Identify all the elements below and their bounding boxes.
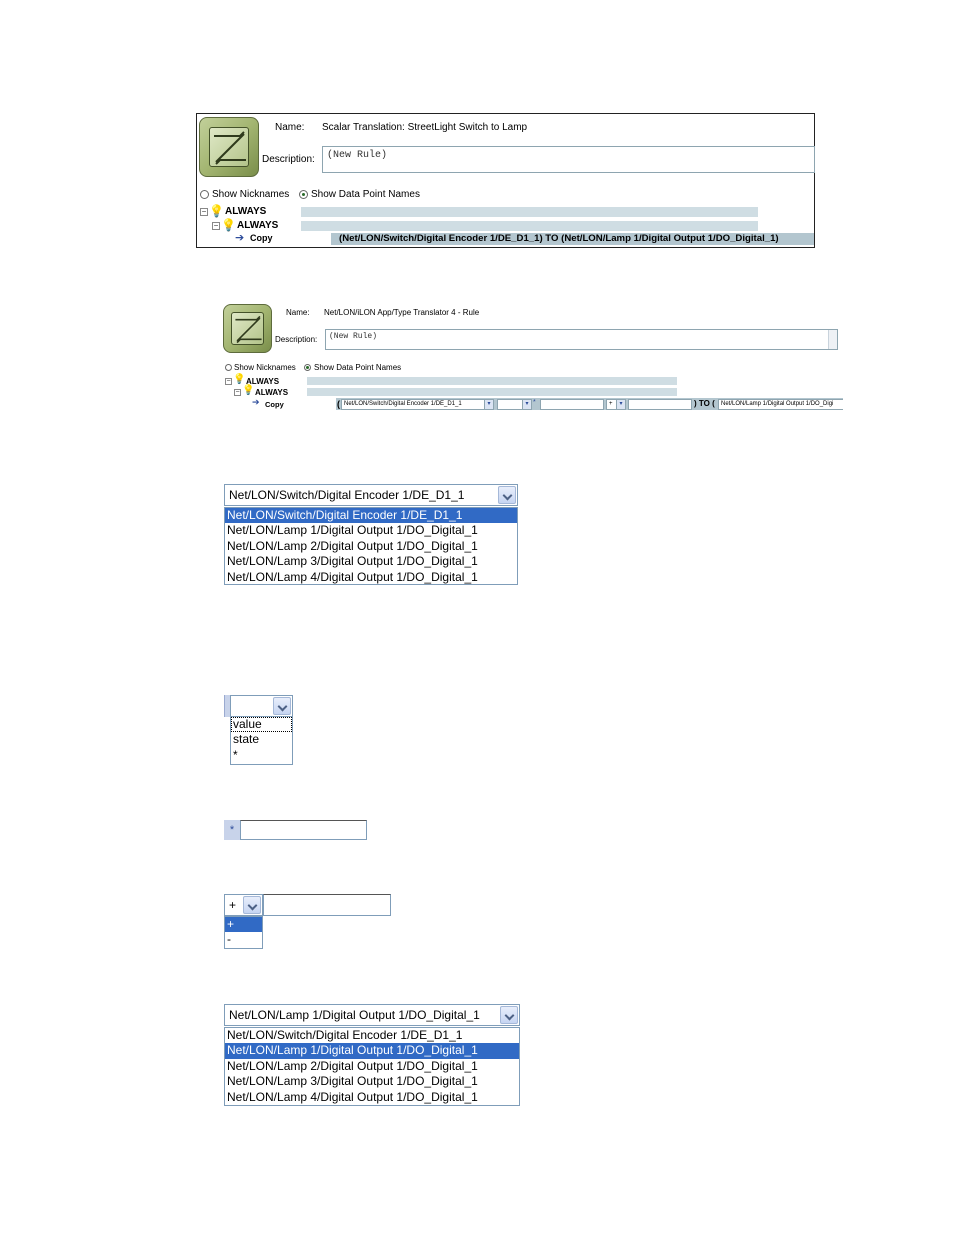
- show-dp-names-radio[interactable]: [304, 364, 311, 371]
- chevron-down-icon[interactable]: [500, 1006, 518, 1024]
- source-datapoint-value: Net/LON/Switch/Digital Encoder 1/DE_D1_1: [344, 401, 462, 407]
- sign-value: +: [609, 401, 613, 407]
- target-dropdown-value: Net/LON/Lamp 1/Digital Output 1/DO_Digit…: [229, 1008, 480, 1022]
- sign-dropdown-list: + -: [224, 916, 263, 949]
- dropdown-option[interactable]: Net/LON/Switch/Digital Encoder 1/DE_D1_1: [225, 508, 517, 524]
- open-paren: (: [337, 399, 340, 409]
- description-field[interactable]: (New Rule): [325, 329, 838, 350]
- multiplier-input[interactable]: [540, 399, 604, 410]
- bulb-icon: 💡: [221, 218, 236, 232]
- dropdown-option[interactable]: Net/LON/Lamp 4/Digital Output 1/DO_Digit…: [225, 1090, 519, 1105]
- offset-input[interactable]: [263, 894, 391, 916]
- show-dp-names-radio[interactable]: [299, 190, 308, 199]
- multiply-operator[interactable]: *: [533, 399, 536, 406]
- tree-always-2[interactable]: ALWAYS: [237, 220, 278, 231]
- dropdown-option[interactable]: -: [225, 932, 262, 947]
- dropdown-option[interactable]: Net/LON/Lamp 1/Digital Output 1/DO_Digit…: [225, 523, 517, 538]
- chevron-down-icon[interactable]: [498, 486, 516, 504]
- sign-dropdown[interactable]: +: [224, 894, 263, 916]
- dropdown-option[interactable]: Net/LON/Lamp 2/Digital Output 1/DO_Digit…: [225, 1059, 519, 1074]
- field-select[interactable]: ▾: [497, 399, 532, 410]
- field-dropdown-list: value state *: [230, 716, 293, 765]
- rule-icon: [223, 304, 272, 353]
- chevron-down-icon[interactable]: [273, 697, 291, 715]
- dropdown-option[interactable]: *: [231, 748, 292, 763]
- name-value: Net/LON/iLON App/Type Translator 4 - Rul…: [324, 308, 480, 317]
- multiply-operator[interactable]: *: [224, 820, 240, 840]
- field-dropdown[interactable]: [230, 695, 293, 717]
- tree-copy[interactable]: Copy: [265, 400, 284, 409]
- show-dp-names-label: Show Data Point Names: [314, 363, 402, 372]
- tree-copy[interactable]: Copy: [250, 233, 273, 243]
- name-label: Name:: [286, 308, 310, 317]
- dropdown-option[interactable]: +: [225, 917, 262, 933]
- to-keyword: ) TO (: [694, 399, 715, 408]
- collapse-icon[interactable]: −: [200, 208, 208, 216]
- offset-input[interactable]: [628, 399, 692, 410]
- description-field[interactable]: (New Rule): [322, 146, 815, 173]
- rule-editor-panel-large: Name: Scalar Translation: StreetLight Sw…: [196, 113, 815, 248]
- bulb-icon: 💡: [233, 374, 246, 385]
- tree-row-bar: [301, 207, 758, 217]
- dropdown-option[interactable]: Net/LON/Lamp 3/Digital Output 1/DO_Digit…: [225, 1074, 519, 1089]
- sign-select[interactable]: + ▾: [606, 399, 626, 410]
- tree-always-2[interactable]: ALWAYS: [255, 388, 288, 397]
- chevron-down-icon[interactable]: ▾: [616, 400, 625, 409]
- name-label: Name:: [275, 122, 305, 133]
- sign-dropdown-value: +: [229, 898, 237, 912]
- dropdown-option[interactable]: Net/LON/Lamp 3/Digital Output 1/DO_Digit…: [225, 554, 517, 569]
- tree-row-bar: [301, 221, 758, 231]
- description-label: Description:: [275, 335, 318, 344]
- dropdown-option[interactable]: Net/LON/Lamp 4/Digital Output 1/DO_Digit…: [225, 570, 517, 585]
- arrow-right-icon: ➔: [235, 232, 245, 244]
- dropdown-option[interactable]: value: [231, 717, 292, 733]
- tree-row-bar: [307, 388, 677, 396]
- bulb-icon: 💡: [209, 204, 224, 218]
- show-nicknames-radio[interactable]: [200, 190, 209, 199]
- dropdown-option[interactable]: Net/LON/Lamp 1/Digital Output 1/DO_Digit…: [225, 1043, 519, 1059]
- target-dropdown[interactable]: Net/LON/Lamp 1/Digital Output 1/DO_Digit…: [224, 1004, 520, 1026]
- tree-row-bar: [307, 377, 677, 385]
- name-value: Scalar Translation: StreetLight Switch t…: [322, 122, 528, 133]
- arrow-right-icon: ➔: [252, 397, 260, 407]
- chevron-down-icon[interactable]: ▾: [522, 400, 531, 409]
- tree-always-1[interactable]: ALWAYS: [225, 206, 266, 217]
- target-dropdown-list: Net/LON/Switch/Digital Encoder 1/DE_D1_1…: [224, 1027, 520, 1106]
- collapse-icon[interactable]: −: [234, 389, 241, 396]
- dropdown-option[interactable]: Net/LON/Switch/Digital Encoder 1/DE_D1_1: [225, 1028, 519, 1043]
- show-nicknames-label: Show Nicknames: [212, 189, 290, 200]
- source-dropdown-value: Net/LON/Switch/Digital Encoder 1/DE_D1_1: [229, 488, 465, 502]
- show-dp-names-label: Show Data Point Names: [311, 189, 420, 200]
- target-datapoint-value: Net/LON/Lamp 1/Digital Output 1/DO_Digi: [721, 401, 834, 407]
- collapse-icon[interactable]: −: [225, 378, 232, 385]
- bulb-icon: 💡: [242, 385, 255, 396]
- source-dropdown[interactable]: Net/LON/Switch/Digital Encoder 1/DE_D1_1: [224, 484, 518, 506]
- target-datapoint-select[interactable]: Net/LON/Lamp 1/Digital Output 1/DO_Digi: [718, 399, 843, 410]
- scrollbar[interactable]: [828, 330, 837, 349]
- dropdown-option[interactable]: state: [231, 732, 292, 747]
- show-nicknames-label: Show Nicknames: [234, 363, 296, 372]
- rule-editor-panel-small: Name: Net/LON/iLON App/Type Translator 4…: [222, 302, 843, 414]
- description-label: Description:: [262, 154, 315, 165]
- show-nicknames-radio[interactable]: [225, 364, 232, 371]
- chevron-down-icon[interactable]: [243, 896, 261, 914]
- source-dropdown-list: Net/LON/Switch/Digital Encoder 1/DE_D1_1…: [224, 507, 518, 585]
- copy-expression: (Net/LON/Switch/Digital Encoder 1/DE_D1_…: [339, 233, 779, 244]
- source-datapoint-select[interactable]: Net/LON/Switch/Digital Encoder 1/DE_D1_1…: [341, 399, 494, 410]
- rule-icon: [199, 117, 259, 177]
- multiplier-input[interactable]: [240, 820, 367, 840]
- collapse-icon[interactable]: −: [212, 222, 220, 230]
- chevron-down-icon[interactable]: ▾: [484, 400, 493, 409]
- dropdown-option[interactable]: Net/LON/Lamp 2/Digital Output 1/DO_Digit…: [225, 539, 517, 554]
